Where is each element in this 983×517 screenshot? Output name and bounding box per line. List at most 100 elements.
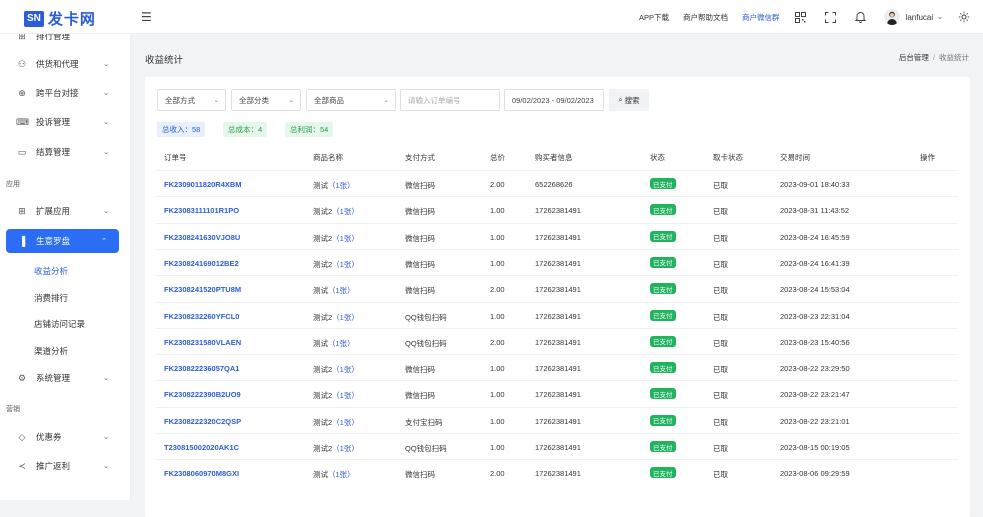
pickup-status: 已取 [713,207,728,217]
chevron-down-icon: ⌄ [103,208,109,215]
qrcode-icon[interactable] [794,10,808,24]
chevron-down-icon: ⌄ [288,97,294,104]
order-number-link[interactable]: FK2308222320C2QSP [164,417,241,426]
col-header-buyer: 购买者信息 [535,153,573,162]
sidebar-item-label: 排行管理 [36,34,71,41]
sidebar: ⊞ 排行管理 ⚇ 供货和代理 ⌄ ⊕ 跨平台对接 ⌄ ⌨ 投诉管理 ⌄ ▭ 结算… [0,34,131,500]
sidebar-item-label: 系统管理 [36,373,71,383]
total-income-badge: 总收入：58 [157,122,206,137]
table-row: FK2308222320C2QSP 测试2（1张） 支付宝扫码 1.00 1726238… [155,406,958,433]
globe-icon: ⊕ [18,87,26,98]
sidebar-item-cross-platform[interactable]: ⊕ 跨平台对接 ⌄ [0,80,130,106]
product-quantity-link[interactable]: （1张） [332,365,359,374]
sidebar-item-coupons[interactable]: ◇ 优惠券 ⌄ [0,424,130,450]
transaction-time: 2023-08-23 15:40:56 [780,337,850,347]
help-docs-link[interactable]: 商户帮助文档 [683,12,728,23]
sidebar-subitem-channel-analysis[interactable]: 渠道分析 [34,345,68,357]
order-number-link[interactable]: FK2309011820R4XBM [164,180,242,189]
chevron-down-icon: ⌄ [103,375,109,382]
gear-icon[interactable] [957,10,971,24]
sidebar-subitem-revenue-analysis[interactable]: 收益分析 [34,265,68,277]
table-row: FK2308232260YFCL0 测试2（1张） QQ钱包扫码 1.00 172623… [155,301,958,328]
total-price: 1.00 [490,443,505,452]
settings-icon: ⚙ [17,372,27,383]
col-header-time: 交易时间 [780,153,810,162]
product-quantity-link[interactable]: （1张） [332,260,359,269]
sidebar-item-label: 优惠券 [36,432,62,442]
col-header-product: 商品名称 [313,153,343,162]
product-quantity-link[interactable]: （1张） [328,181,355,190]
product-quantity-link[interactable]: （1张） [332,234,359,243]
product-quantity-link[interactable]: （1张） [328,286,355,295]
order-number-link[interactable]: T230815002020AK1C [164,443,239,452]
product-quantity-link[interactable]: （1张） [332,313,359,322]
chevron-down-icon[interactable]: ⌄ [937,13,943,21]
sidebar-item-supplier[interactable]: ⚇ 供货和代理 ⌄ [0,51,130,77]
buyer-info: 17262381491 [535,390,581,400]
order-number-link[interactable]: FK23083111101R1PO [164,206,239,215]
product-quantity-link[interactable]: （1张） [332,418,359,427]
sidebar-item-system[interactable]: ⚙ 系统管理 ⌄ [0,365,130,391]
product-quantity-link[interactable]: （1张） [332,207,359,216]
fullscreen-icon[interactable] [824,10,838,24]
product-quantity-link[interactable]: （1张） [332,444,359,453]
product-title: 测试2 [313,444,333,453]
status-badge: 已支付 [650,230,676,242]
sidebar-item-extensions[interactable]: ⊞ 扩展应用 ⌄ [0,198,130,224]
logo[interactable]: SN 发卡网 [24,8,96,29]
pay-method: 微信扫码 [405,233,435,243]
buyer-info: 17262381491 [535,311,581,321]
order-number-link[interactable]: FK2308241520PTU8M [164,285,241,294]
table-row: FK2308222390B2UO9 测试2（1张） 微信扫码 1.00 17262381… [155,380,958,406]
transaction-time: 2023-09-01 18:40:33 [780,180,850,189]
sidebar-item-complaints[interactable]: ⌨ 投诉管理 ⌄ [0,109,130,135]
table-row: FK2308060970M8GXI 测试（1张） 微信扫码 2.00 172623814… [155,459,958,485]
page-title: 收益统计 [145,55,184,66]
avatar[interactable] [883,9,900,25]
pay-method: QQ钱包扫码 [405,444,447,453]
order-number-link[interactable]: FK2308231580VLAEN [164,338,241,347]
pickup-status: 已取 [713,444,728,453]
chevron-down-icon: ⌄ [383,97,389,104]
search-button[interactable]: ⌕ 搜索 [609,89,649,111]
chevron-down-icon: ⌄ [103,463,109,470]
sidebar-subitem-store-visits[interactable]: 店铺访问记录 [34,318,85,330]
product-title: 测试 [313,181,328,190]
sidebar-section-marketing: 营销 [6,406,20,413]
order-number-link[interactable]: FK230822236057QA1 [164,364,239,373]
app-download-link[interactable]: APP下载 [639,12,669,23]
pay-method: 微信扫码 [405,365,435,375]
order-number-link[interactable]: FK2308241630VJO8U [164,233,240,242]
pay-method-select[interactable]: 全部方式 ⌄ [157,89,226,111]
username[interactable]: lanfucai [906,13,934,22]
breadcrumb-home[interactable]: 后台管理 [899,53,929,62]
sidebar-item-referral[interactable]: ≺ 推广返利 ⌄ [0,453,130,479]
product-quantity-link[interactable]: （1张） [328,470,355,479]
chevron-down-icon: ⌄ [103,149,109,156]
order-number-placeholder: 请输入订单编号 [408,95,461,105]
product-select[interactable]: 全部商品 ⌄ [306,89,396,111]
sidebar-item-settlement[interactable]: ▭ 结算管理 ⌄ [0,139,130,165]
total-price: 1.00 [490,416,505,426]
date-range-input[interactable]: 09/02/2023 - 09/02/2023 [504,89,604,111]
sidebar-item-ranking[interactable]: ⊞ 排行管理 [0,34,130,49]
product-quantity-link[interactable]: （1张） [332,391,359,400]
transaction-time: 2023-08-22 23:21:47 [780,390,850,400]
product-name: 测试2（1张） [313,312,359,323]
col-header-pickup: 取卡状态 [713,153,743,162]
order-number-input[interactable]: 请输入订单编号 [400,89,500,111]
order-number-link[interactable]: FK2308060970M8GXI [164,469,239,478]
buyer-info: 17262381491 [535,232,581,242]
sidebar-item-business-compass[interactable]: ▐ 生意罗盘 ⌃ [6,229,119,253]
order-number-link[interactable]: FK2308232260YFCL0 [164,312,239,321]
top-header: SN 发卡网 ☰ APP下载 商户帮助文档 商户微信群 lanfucai ⌄ [0,0,983,34]
order-number-link[interactable]: FK230824169012BE2 [164,259,239,268]
complaint-icon: ⌨ [16,116,29,127]
wechat-group-link[interactable]: 商户微信群 [742,12,780,23]
order-number-link[interactable]: FK2308222390B2UO9 [164,390,241,399]
sidebar-subitem-consumption-ranking[interactable]: 消费排行 [34,292,68,304]
hamburger-icon[interactable]: ☰ [141,10,152,24]
product-quantity-link[interactable]: （1张） [328,339,355,348]
bell-icon[interactable] [854,10,868,24]
category-select[interactable]: 全部分类 ⌄ [231,89,301,111]
